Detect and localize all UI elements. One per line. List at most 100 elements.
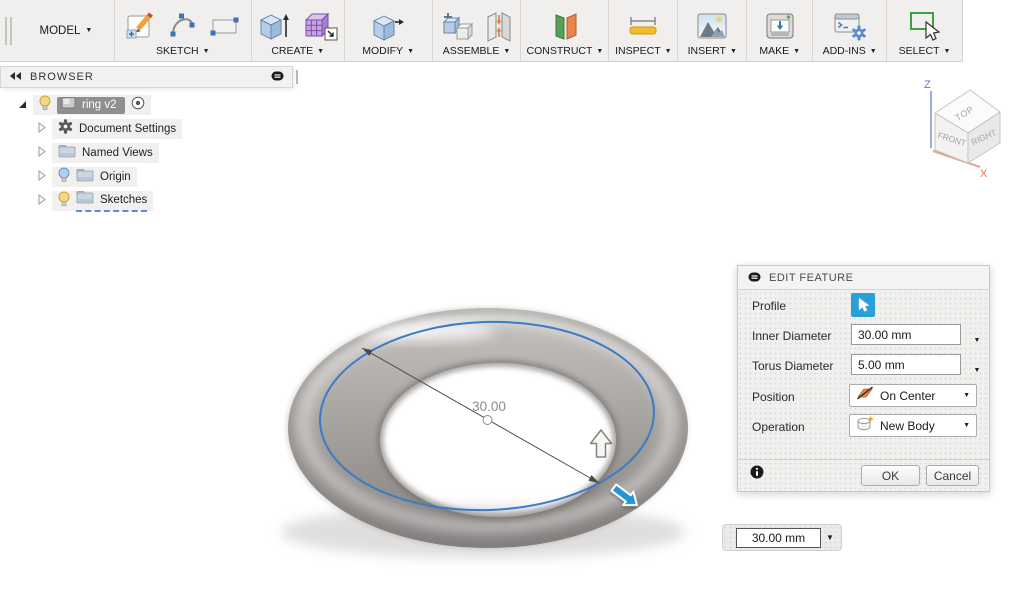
dialog-grip-icon — [748, 269, 761, 287]
expand-triangle-icon[interactable] — [18, 96, 27, 114]
torus-diameter-label: Torus Diameter — [752, 359, 834, 373]
menu-inspect[interactable]: INSPECT ▼ — [615, 45, 671, 57]
caret-down-icon: ▼ — [793, 47, 801, 55]
torus-diameter-dropdown[interactable]: ▼ — [969, 359, 985, 377]
visibility-bulb-icon[interactable] — [58, 167, 70, 188]
visibility-bulb-icon[interactable] — [39, 95, 51, 116]
dialog-title: EDIT FEATURE — [769, 271, 854, 284]
toolbar-group-inspect: INSPECT ▼ — [609, 0, 677, 61]
ok-button[interactable]: OK — [861, 465, 920, 486]
operation-select[interactable]: New Body ▼ — [849, 414, 977, 437]
caret-down-icon[interactable]: ▼ — [826, 534, 834, 542]
chevron-right-icon[interactable] — [38, 144, 46, 162]
position-label: Position — [752, 390, 795, 404]
panel-menu-icon[interactable] — [271, 68, 284, 86]
profile-select-button[interactable] — [851, 293, 875, 317]
tree-row-sketches: Sketches — [38, 190, 154, 212]
tree-item-sketches[interactable]: Sketches — [52, 190, 154, 212]
tree-row-document-settings: Document Settings — [38, 119, 183, 139]
workspace-switcher[interactable]: MODEL ▼ — [18, 0, 114, 61]
visibility-bulb-icon[interactable] — [58, 191, 70, 212]
menu-addins[interactable]: ADD-INS ▼ — [823, 45, 877, 57]
tree-row-origin: Origin — [38, 167, 137, 187]
toolbar-group-insert: INSERT ▼ — [678, 0, 746, 61]
folder-icon — [76, 168, 94, 187]
caret-down-icon: ▼ — [963, 422, 970, 429]
3d-print-icon[interactable] — [763, 10, 797, 42]
floating-dimension-box: ▼ — [722, 524, 842, 551]
caret-down-icon: ▼ — [202, 47, 210, 55]
scripts-addins-icon[interactable] — [832, 10, 868, 42]
toolbar: MODEL ▼ SKETCH ▼ CREATE ▼ MODIFY ▼ ASSEM… — [0, 0, 963, 62]
lattice-icon[interactable] — [303, 10, 339, 42]
menu-modify[interactable]: MODIFY ▼ — [362, 45, 414, 57]
create-sketch-icon[interactable] — [125, 10, 157, 42]
toolbar-group-sketch: SKETCH ▼ — [115, 0, 251, 61]
position-select[interactable]: On Center ▼ — [849, 384, 977, 407]
torus-diameter-input[interactable] — [851, 354, 961, 375]
press-pull-icon[interactable] — [370, 10, 406, 42]
toolbar-drag-handle[interactable] — [0, 0, 18, 61]
menu-assemble[interactable]: ASSEMBLE ▼ — [443, 45, 511, 57]
caret-down-icon: ▼ — [503, 47, 511, 55]
menu-make[interactable]: MAKE ▼ — [759, 45, 800, 57]
on-center-icon — [856, 385, 874, 406]
torus-inner-shade — [377, 360, 619, 520]
caret-down-icon: ▼ — [869, 47, 877, 55]
dialog-header[interactable]: EDIT FEATURE — [738, 266, 989, 290]
activate-radio-icon[interactable] — [131, 96, 145, 115]
extrude-up-manipulator[interactable] — [589, 429, 613, 458]
construction-plane-icon[interactable] — [548, 10, 582, 42]
diameter-value-input[interactable] — [736, 528, 821, 548]
measure-icon[interactable] — [625, 10, 661, 42]
folder-icon — [76, 190, 94, 209]
toolbar-group-assemble: ASSEMBLE ▼ — [433, 0, 521, 61]
extrude-icon[interactable] — [257, 10, 293, 42]
caret-down-icon: ▼ — [963, 392, 970, 399]
sketch-arc-icon[interactable] — [167, 10, 199, 42]
tree-row-named-views: Named Views — [38, 143, 159, 163]
menu-create[interactable]: CREATE ▼ — [271, 45, 324, 57]
component-icon — [61, 96, 77, 114]
z-axis-label: Z — [924, 79, 931, 91]
dimension-center-point[interactable] — [482, 415, 493, 425]
viewport-3d-scene: 30.00 — [281, 308, 688, 558]
tree-item-origin[interactable]: Origin — [52, 167, 137, 187]
component-ring-v2[interactable]: ring v2 — [57, 96, 125, 114]
insert-image-icon[interactable] — [695, 10, 729, 42]
select-icon[interactable] — [908, 10, 942, 42]
panel-resize-grip[interactable] — [296, 70, 298, 84]
info-icon[interactable] — [750, 465, 764, 484]
menu-construct[interactable]: CONSTRUCT ▼ — [526, 45, 603, 57]
chevron-right-icon[interactable] — [38, 192, 46, 210]
folder-icon — [58, 144, 76, 163]
chevron-right-icon[interactable] — [38, 120, 46, 138]
menu-sketch[interactable]: SKETCH ▼ — [156, 45, 210, 57]
cancel-button[interactable]: Cancel — [926, 465, 979, 486]
caret-down-icon: ▼ — [407, 47, 414, 55]
caret-down-icon: ▼ — [317, 47, 325, 55]
menu-select[interactable]: SELECT ▼ — [899, 45, 951, 57]
profile-label: Profile — [752, 299, 787, 313]
inner-diameter-input[interactable] — [851, 324, 961, 345]
menu-insert[interactable]: INSERT ▼ — [688, 45, 737, 57]
fusion-window: MODEL ▼ SKETCH ▼ CREATE ▼ MODIFY ▼ ASSEM… — [0, 0, 1026, 605]
sketch-rectangle-icon[interactable] — [209, 10, 241, 42]
toolbar-group-create: CREATE ▼ — [252, 0, 344, 61]
dimension-value-label[interactable]: 30.00 — [472, 399, 506, 414]
inner-diameter-dropdown[interactable]: ▼ — [969, 329, 985, 347]
tree-item-document-settings[interactable]: Document Settings — [52, 119, 183, 139]
browser-header: BROWSER — [0, 66, 293, 88]
toolbar-group-construct: CONSTRUCT ▼ — [521, 0, 608, 61]
joint-icon[interactable] — [484, 10, 514, 42]
collapse-panel-icon[interactable] — [9, 68, 22, 86]
toolbar-group-addins: ADD-INS ▼ — [813, 0, 886, 61]
new-component-icon[interactable] — [440, 10, 474, 42]
chevron-right-icon[interactable] — [38, 168, 46, 186]
toolbar-group-select: SELECT ▼ — [887, 0, 962, 61]
tree-item-named-views[interactable]: Named Views — [52, 143, 159, 163]
caret-down-icon: ▼ — [85, 27, 93, 34]
caret-down-icon: ▼ — [729, 47, 737, 55]
caret-down-icon: ▼ — [664, 47, 672, 55]
operation-label: Operation — [752, 420, 805, 434]
